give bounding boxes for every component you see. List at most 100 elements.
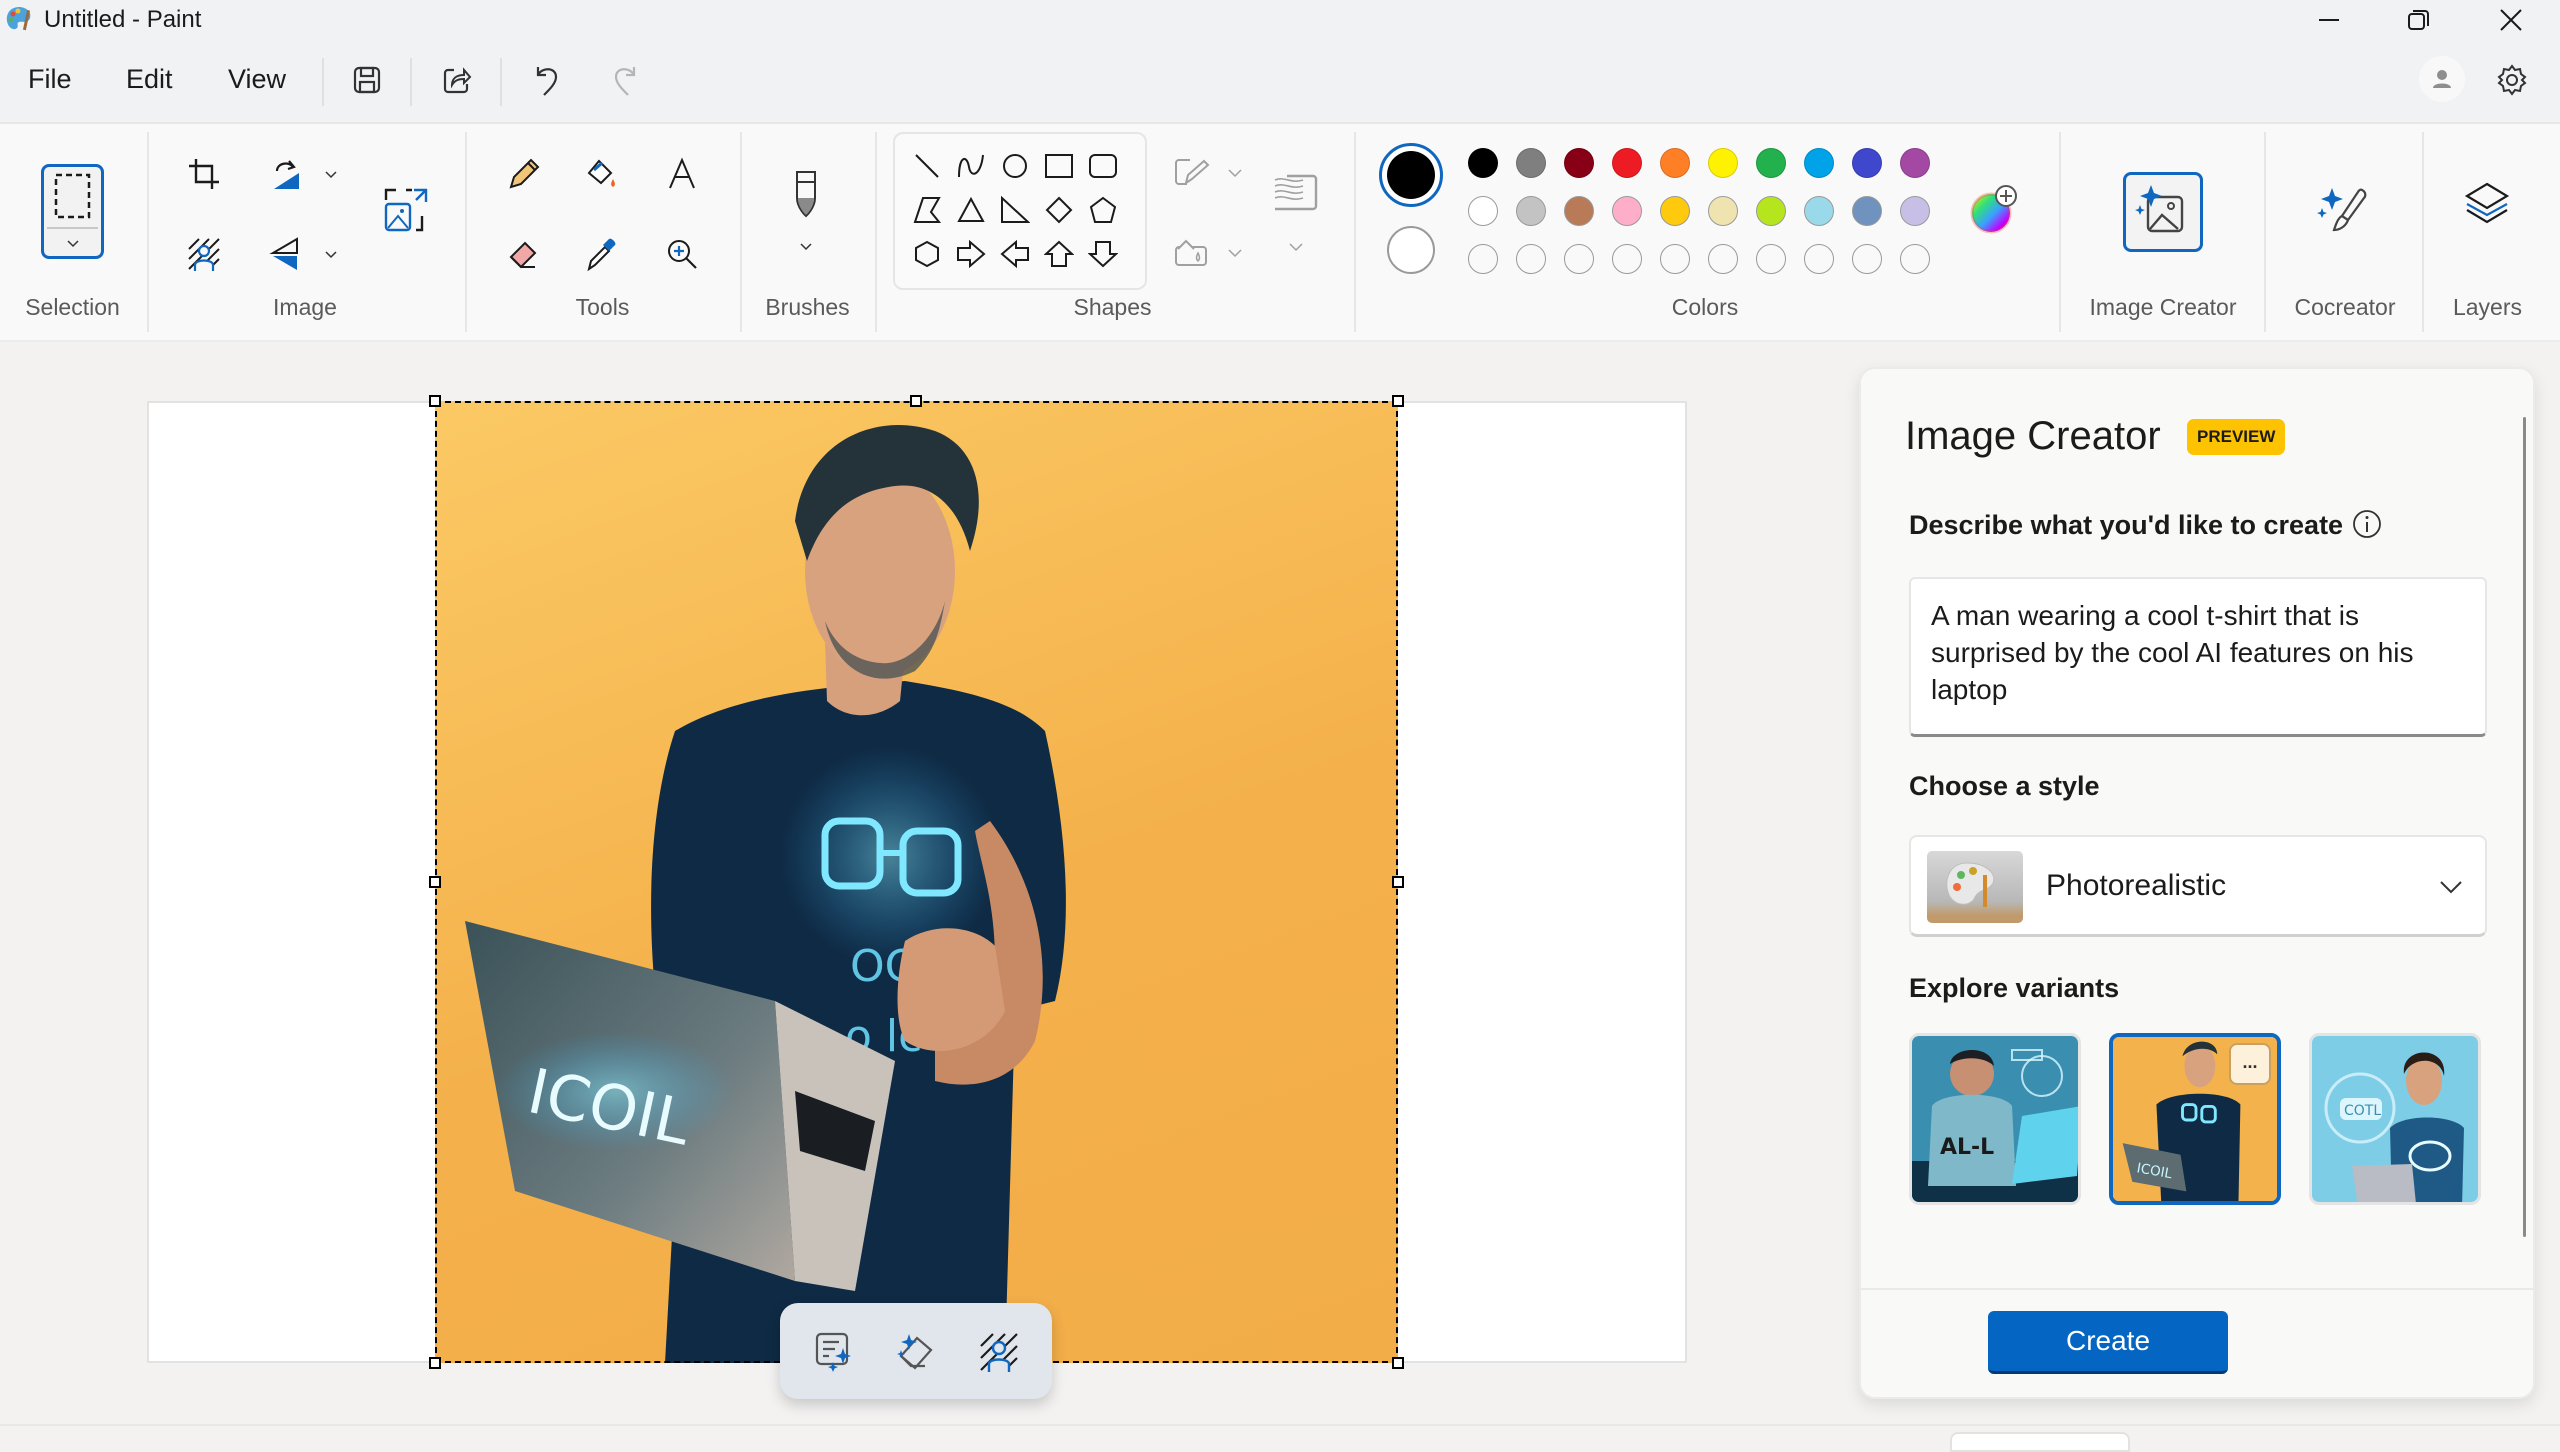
resize-handle-top-right[interactable] bbox=[1392, 395, 1404, 407]
prompt-input[interactable]: A man wearing a cool t-shirt that is sur… bbox=[1909, 577, 2487, 737]
shape-diamond[interactable] bbox=[1039, 190, 1079, 230]
shape-down-arrow[interactable] bbox=[1083, 234, 1123, 274]
color-swatch[interactable] bbox=[1516, 148, 1546, 178]
rotate-button[interactable] bbox=[260, 148, 312, 200]
brush-dropdown[interactable] bbox=[795, 236, 817, 258]
cocreator-button[interactable] bbox=[2310, 178, 2380, 248]
color-swatch[interactable] bbox=[1756, 148, 1786, 178]
custom-color-slot[interactable] bbox=[1564, 244, 1594, 274]
color-swatch[interactable] bbox=[1468, 196, 1498, 226]
custom-color-slot[interactable] bbox=[1612, 244, 1642, 274]
color-swatch[interactable] bbox=[1852, 196, 1882, 226]
stroke-size-dropdown[interactable] bbox=[1285, 236, 1307, 258]
flip-dropdown[interactable] bbox=[320, 244, 342, 266]
zoom-control[interactable] bbox=[1950, 1432, 2130, 1452]
custom-color-slot[interactable] bbox=[1516, 244, 1546, 274]
remove-background-button[interactable] bbox=[178, 228, 230, 280]
resize-button[interactable] bbox=[380, 184, 432, 236]
selection-button[interactable] bbox=[41, 164, 104, 259]
color-swatch[interactable] bbox=[1612, 196, 1642, 226]
color-swatch[interactable] bbox=[1804, 148, 1834, 178]
shape-right-arrow[interactable] bbox=[951, 234, 991, 274]
color-swatch[interactable] bbox=[1708, 148, 1738, 178]
color-swatch[interactable] bbox=[1852, 148, 1882, 178]
custom-color-slot[interactable] bbox=[1468, 244, 1498, 274]
pencil-button[interactable] bbox=[498, 148, 550, 200]
menu-edit[interactable]: Edit bbox=[126, 64, 173, 95]
shape-outline-button[interactable] bbox=[1166, 146, 1218, 198]
shape-rounded-rectangle[interactable] bbox=[1083, 146, 1123, 186]
shape-rectangle[interactable] bbox=[1039, 146, 1079, 186]
primary-color[interactable] bbox=[1379, 143, 1443, 207]
custom-color-slot[interactable] bbox=[1900, 244, 1930, 274]
color-swatch[interactable] bbox=[1468, 148, 1498, 178]
panel-scrollbar[interactable] bbox=[2523, 417, 2526, 1237]
secondary-color[interactable] bbox=[1387, 226, 1435, 274]
menu-view[interactable]: View bbox=[228, 64, 286, 95]
generative-fill-button[interactable] bbox=[808, 1325, 862, 1379]
color-swatch[interactable] bbox=[1900, 196, 1930, 226]
save-button[interactable] bbox=[345, 58, 389, 102]
color-swatch[interactable] bbox=[1564, 196, 1594, 226]
resize-handle-left[interactable] bbox=[429, 876, 441, 888]
color-picker-button[interactable] bbox=[576, 228, 628, 280]
color-swatch[interactable] bbox=[1516, 196, 1546, 226]
rotate-dropdown[interactable] bbox=[320, 164, 342, 186]
shape-oval[interactable] bbox=[995, 146, 1035, 186]
custom-color-slot[interactable] bbox=[1804, 244, 1834, 274]
custom-color-slot[interactable] bbox=[1852, 244, 1882, 274]
shape-triangle[interactable] bbox=[951, 190, 991, 230]
create-button[interactable]: Create bbox=[1988, 1311, 2228, 1374]
stroke-size-button[interactable] bbox=[1270, 168, 1322, 220]
shape-hexagon[interactable] bbox=[907, 234, 947, 274]
color-swatch[interactable] bbox=[1660, 148, 1690, 178]
shape-pentagon[interactable] bbox=[1083, 190, 1123, 230]
fill-button[interactable] bbox=[576, 148, 628, 200]
text-button[interactable] bbox=[656, 148, 708, 200]
layers-button[interactable] bbox=[2462, 180, 2512, 230]
restore-button[interactable] bbox=[2374, 0, 2464, 40]
color-swatch[interactable] bbox=[1612, 148, 1642, 178]
shape-outline-dropdown[interactable] bbox=[1224, 162, 1246, 184]
minimize-button[interactable] bbox=[2284, 0, 2374, 40]
color-swatch[interactable] bbox=[1564, 148, 1594, 178]
brush-button[interactable] bbox=[780, 168, 832, 220]
resize-handle-top-left[interactable] bbox=[429, 395, 441, 407]
resize-handle-top[interactable] bbox=[910, 395, 922, 407]
custom-color-slot[interactable] bbox=[1708, 244, 1738, 274]
edit-colors-button[interactable] bbox=[1966, 182, 2020, 236]
undo-button[interactable] bbox=[525, 58, 569, 102]
color-swatch[interactable] bbox=[1804, 196, 1834, 226]
image-creator-button[interactable] bbox=[2123, 172, 2203, 252]
style-dropdown[interactable]: Photorealistic bbox=[1909, 835, 2487, 937]
resize-handle-right[interactable] bbox=[1392, 876, 1404, 888]
shape-fill-dropdown[interactable] bbox=[1224, 242, 1246, 264]
color-swatch[interactable] bbox=[1756, 196, 1786, 226]
resize-handle-bottom-left[interactable] bbox=[429, 1357, 441, 1369]
shape-line[interactable] bbox=[907, 146, 947, 186]
variant-thumbnail[interactable]: AL-L bbox=[1909, 1033, 2081, 1205]
shape-right-triangle[interactable] bbox=[995, 190, 1035, 230]
variant-thumbnail[interactable]: COTL bbox=[2309, 1033, 2481, 1205]
flip-button[interactable] bbox=[260, 228, 312, 280]
magnifier-button[interactable] bbox=[656, 228, 708, 280]
shape-polygon[interactable] bbox=[907, 190, 947, 230]
remove-background-float-button[interactable] bbox=[972, 1325, 1026, 1379]
color-swatch[interactable] bbox=[1900, 148, 1930, 178]
generative-erase-button[interactable] bbox=[888, 1325, 942, 1379]
resize-handle-bottom-right[interactable] bbox=[1392, 1357, 1404, 1369]
menu-file[interactable]: File bbox=[28, 64, 72, 95]
eraser-button[interactable] bbox=[498, 228, 550, 280]
crop-button[interactable] bbox=[178, 148, 230, 200]
shape-fill-button[interactable] bbox=[1166, 226, 1218, 278]
account-button[interactable] bbox=[2419, 56, 2465, 102]
shape-curve[interactable] bbox=[951, 146, 991, 186]
shape-left-arrow[interactable] bbox=[995, 234, 1035, 274]
custom-color-slot[interactable] bbox=[1756, 244, 1786, 274]
redo-button[interactable] bbox=[603, 58, 647, 102]
custom-color-slot[interactable] bbox=[1660, 244, 1690, 274]
shape-up-arrow[interactable] bbox=[1039, 234, 1079, 274]
color-swatch[interactable] bbox=[1660, 196, 1690, 226]
color-swatch[interactable] bbox=[1708, 196, 1738, 226]
close-button[interactable] bbox=[2466, 0, 2556, 40]
